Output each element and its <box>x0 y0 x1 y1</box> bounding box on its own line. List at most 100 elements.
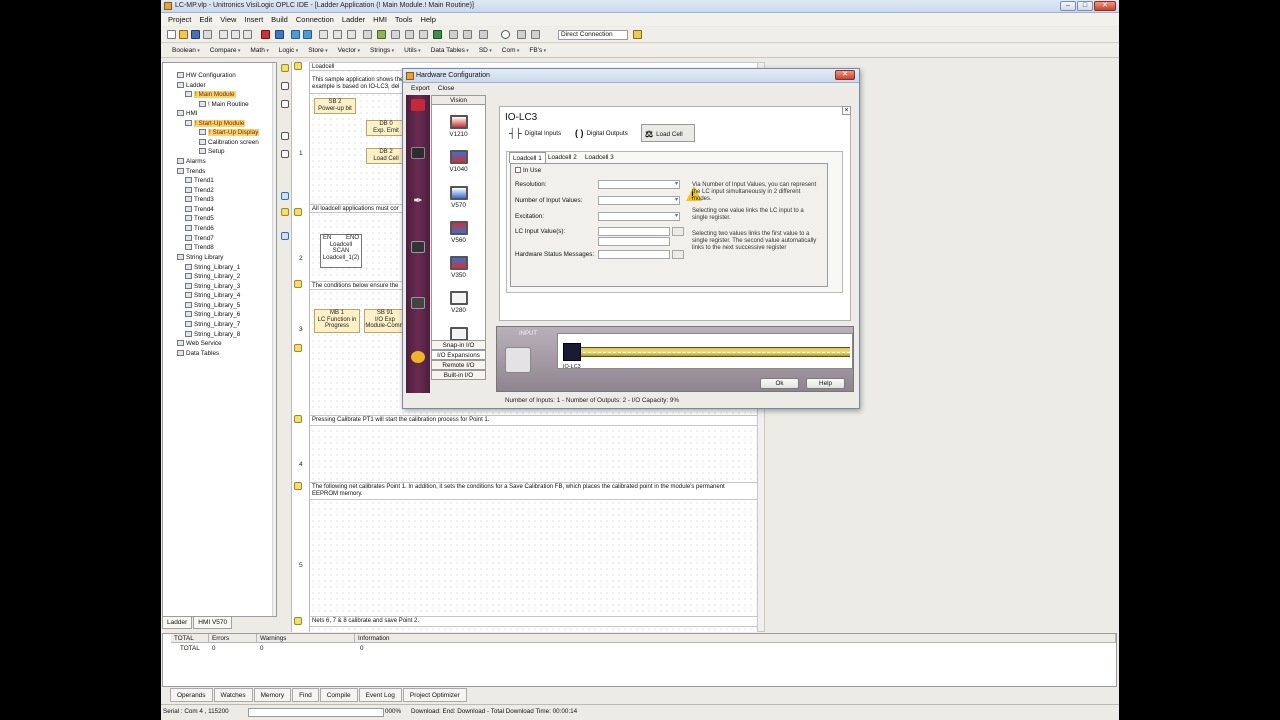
maximize-button[interactable]: □ <box>1077 1 1093 11</box>
header-warnings[interactable]: Warnings <box>257 634 355 643</box>
tb-logic[interactable]: Logic <box>276 44 305 57</box>
tree-node[interactable]: Data Tables <box>177 349 219 359</box>
module-v570[interactable]: V570 <box>432 186 485 209</box>
zoom-icon[interactable] <box>333 30 342 39</box>
new-icon[interactable] <box>167 30 176 39</box>
menu-edit[interactable]: Edit <box>195 13 216 26</box>
help-button[interactable]: Help <box>806 378 845 389</box>
tb-sd[interactable]: SD <box>476 44 499 57</box>
cut-icon[interactable] <box>219 30 228 39</box>
net-comment-icon[interactable] <box>294 344 302 352</box>
tb-strings[interactable]: Strings <box>367 44 401 57</box>
tab-snap-in-io[interactable]: Snap-in I/O <box>431 340 486 350</box>
tree-node[interactable]: HMI <box>177 109 198 119</box>
header-total[interactable]: TOTAL <box>171 634 209 643</box>
net-comment-icon[interactable] <box>294 208 302 216</box>
tree-node[interactable]: HW Configuration <box>177 71 236 81</box>
clock-icon[interactable] <box>501 30 510 39</box>
tab-ladder[interactable]: Ladder <box>162 617 193 629</box>
tab-watches[interactable]: Watches <box>213 688 253 702</box>
tree-node[interactable]: Trend1 <box>185 176 214 186</box>
tab-project-optimizer[interactable]: Project Optimizer <box>402 688 467 702</box>
tb-vector[interactable]: Vector <box>335 44 367 57</box>
verify-icon[interactable] <box>419 30 428 39</box>
tab-digital-outputs[interactable]: ( ) Digital Outputs <box>572 124 638 142</box>
ok-button[interactable]: Ok <box>760 378 799 389</box>
tab-digital-inputs[interactable]: ┤├ Digital Inputs <box>506 124 566 142</box>
print-icon[interactable] <box>203 30 212 39</box>
fb-icon[interactable] <box>281 232 289 240</box>
tree-node[interactable]: ! Main Module <box>185 90 236 100</box>
tb-com[interactable]: Com <box>499 44 527 57</box>
module-v350[interactable]: V350 <box>432 256 485 279</box>
tree-node[interactable]: Trend8 <box>185 243 214 253</box>
download-icon[interactable] <box>391 30 400 39</box>
tab-compile[interactable]: Compile <box>319 688 358 702</box>
dialog-menu-close[interactable]: Close <box>434 84 459 94</box>
coil-db0[interactable]: DB 0 Exp. Emit <box>366 120 406 136</box>
module-v1040[interactable]: V1040 <box>432 150 485 173</box>
tree-node[interactable]: Trend5 <box>185 214 214 224</box>
forward-icon[interactable] <box>303 30 312 39</box>
menu-project[interactable]: Project <box>164 13 195 26</box>
options-icon[interactable] <box>633 30 642 39</box>
tb-utils[interactable]: Utils <box>401 44 428 57</box>
net-comment-icon[interactable] <box>294 415 302 423</box>
lc-input-value-browse[interactable] <box>672 227 684 236</box>
tree-node[interactable]: ! Start-Up Display <box>199 128 260 138</box>
loadcell-scan-fb[interactable]: EN ENO Loadcell SCAN Loadcell_1(2) <box>320 234 362 268</box>
menu-help[interactable]: Help <box>416 13 439 26</box>
tree-node[interactable]: String_Library_6 <box>185 310 240 320</box>
in-use-checkbox[interactable]: In Use <box>515 167 541 174</box>
input-values-select[interactable] <box>598 196 680 205</box>
tb-math[interactable]: Math <box>247 44 275 57</box>
tab-hmi[interactable]: HMI V570 <box>193 617 233 629</box>
contact-sb91[interactable]: SB 91 I/O Exp Module-Comm <box>364 309 406 333</box>
connection-select[interactable]: Direct Connection <box>558 30 628 40</box>
panel-close-button[interactable]: × <box>842 106 851 115</box>
tool-icon[interactable] <box>363 30 372 39</box>
menu-ladder[interactable]: Ladder <box>338 13 369 26</box>
tab-loadcell-1[interactable]: Loadcell 1 <box>509 152 546 163</box>
compile-icon[interactable] <box>377 30 386 39</box>
menu-tools[interactable]: Tools <box>391 13 417 26</box>
menu-connection[interactable]: Connection <box>292 13 338 26</box>
header-errors[interactable]: Errors <box>209 634 257 643</box>
tb-boolean[interactable]: Boolean <box>169 44 207 57</box>
paste-icon[interactable] <box>243 30 252 39</box>
controller-icon[interactable] <box>411 147 425 159</box>
net-comment-icon[interactable] <box>294 482 302 490</box>
vision-header[interactable]: Vision <box>432 96 485 105</box>
coil-db2[interactable]: DB 2 Load Cell <box>366 148 406 164</box>
tree-node[interactable]: String_Library_4 <box>185 291 240 301</box>
info-icon[interactable] <box>479 30 488 39</box>
close-button[interactable]: ✕ <box>1094 1 1116 11</box>
binoculars-icon[interactable] <box>463 30 472 39</box>
settings-icon[interactable] <box>517 30 526 39</box>
tree-node[interactable]: Trend3 <box>185 195 214 205</box>
zoom-out-icon[interactable] <box>347 30 356 39</box>
tab-remote-io[interactable]: Remote I/O <box>431 360 486 370</box>
find-icon[interactable] <box>319 30 328 39</box>
module-v560[interactable]: V560 <box>432 221 485 244</box>
store-icon[interactable] <box>281 192 289 200</box>
tab-load-cell[interactable]: ⚖ Load Cell <box>641 124 695 142</box>
coil-icon[interactable] <box>281 100 289 108</box>
menu-build[interactable]: Build <box>267 13 292 26</box>
tab-built-in-io[interactable]: Built-in I/O <box>431 370 486 380</box>
io-module-icon[interactable] <box>411 241 425 253</box>
contact-sb2[interactable]: SB 2 Power-up bit <box>314 98 356 114</box>
tab-loadcell-2[interactable]: Loadcell 2 <box>545 152 580 163</box>
tab-find[interactable]: Find <box>292 688 319 702</box>
tree-node[interactable]: Trend6 <box>185 224 214 234</box>
tb-fbs[interactable]: FB's <box>526 44 553 57</box>
pen-icon[interactable]: ✒ <box>411 195 425 207</box>
contact-mb1[interactable]: MB 1 LC Function in Progress <box>314 309 360 333</box>
resolution-select[interactable] <box>598 180 680 189</box>
math-icon[interactable] <box>281 150 289 158</box>
function-icon[interactable] <box>281 208 289 216</box>
menu-view[interactable]: View <box>216 13 240 26</box>
tb-data-tables[interactable]: Data Tables <box>428 44 476 57</box>
module-v1210[interactable]: V1210 <box>432 115 485 138</box>
net-comment-icon[interactable] <box>294 62 302 70</box>
